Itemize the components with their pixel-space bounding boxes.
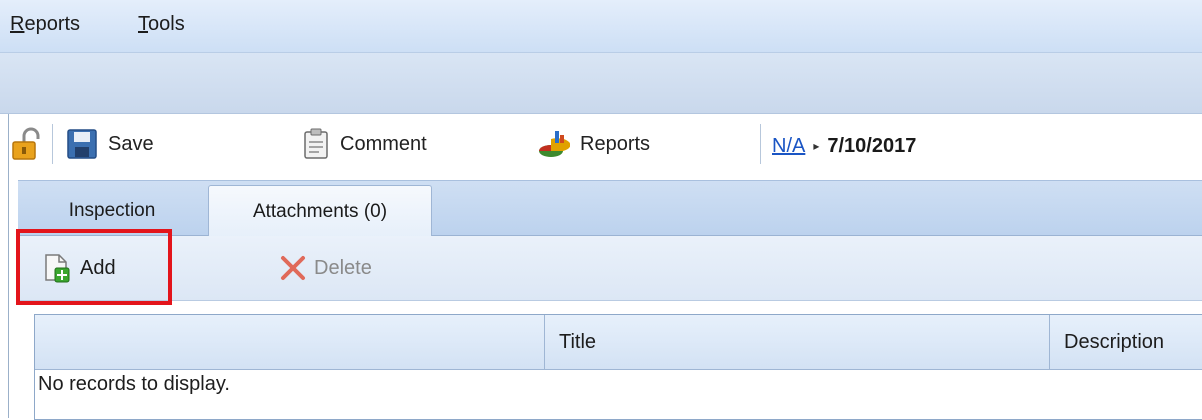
unlock-button[interactable] <box>10 124 44 164</box>
ribbon-band <box>0 53 1202 114</box>
menu-bar: Reports Tools <box>0 0 1202 53</box>
reports-chart-icon <box>539 131 570 157</box>
breadcrumb: N/A ▸ 7/10/2017 <box>772 126 916 166</box>
toolbar-separator <box>52 124 53 164</box>
tab-strip: Inspection Attachments (0) <box>18 180 1202 238</box>
save-icon <box>67 129 97 159</box>
column-header-title[interactable]: Title <box>544 315 1049 369</box>
highlight-box <box>16 229 172 305</box>
menu-tools[interactable]: Tools <box>138 13 185 36</box>
column-header-select[interactable] <box>35 315 544 369</box>
comment-button[interactable]: Comment <box>302 124 427 164</box>
delete-button[interactable]: Delete <box>280 248 372 288</box>
breadcrumb-link[interactable]: N/A <box>772 135 805 158</box>
breadcrumb-date: 7/10/2017 <box>827 134 917 157</box>
attachments-grid: Title Description No records to display. <box>34 314 1202 420</box>
grid-toolbar: Add Delete <box>18 236 1202 301</box>
breadcrumb-arrow-icon: ▸ <box>813 139 820 153</box>
delete-x-icon <box>281 256 305 280</box>
panel-border <box>8 114 9 418</box>
menu-reports[interactable]: Reports <box>10 13 80 36</box>
tab-attachments[interactable]: Attachments (0) <box>208 185 432 238</box>
clipboard-icon <box>304 128 328 159</box>
unlock-icon <box>12 127 40 160</box>
empty-message: No records to display. <box>38 373 230 395</box>
grid-header: Title Description <box>35 315 1202 370</box>
toolbar-separator <box>760 124 761 164</box>
save-button[interactable]: Save <box>66 124 154 164</box>
column-header-description[interactable]: Description <box>1049 315 1202 369</box>
tab-inspection[interactable]: Inspection <box>18 187 206 235</box>
main-toolbar: Save Comment Reports N/A ▸ 7/10/2017 <box>0 114 1202 174</box>
reports-button[interactable]: Reports <box>536 124 650 164</box>
